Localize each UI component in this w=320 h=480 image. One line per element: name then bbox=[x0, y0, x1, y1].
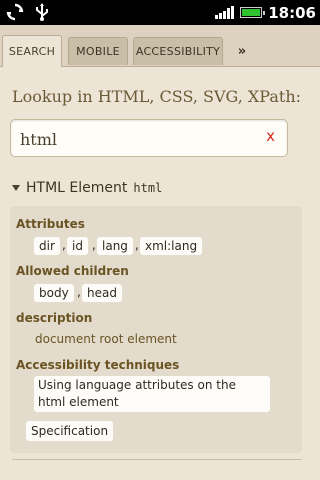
tab-mobile[interactable]: MOBILE bbox=[68, 37, 128, 65]
status-bar: 18:06 bbox=[0, 0, 320, 25]
accessibility-technique-link[interactable]: Using language attributes on the html el… bbox=[34, 376, 270, 412]
separator: , bbox=[77, 285, 81, 299]
allowed-children-title: Allowed children bbox=[16, 264, 129, 278]
usb-icon bbox=[36, 3, 48, 21]
specification-link[interactable]: Specification bbox=[26, 421, 114, 441]
tab-search[interactable]: SEARCH bbox=[2, 35, 62, 67]
attribute-chip[interactable]: xml:lang bbox=[140, 237, 203, 255]
battery-icon bbox=[240, 7, 266, 18]
status-bar-left bbox=[6, 3, 50, 21]
signal-icon bbox=[215, 6, 235, 19]
attributes-title: Attributes bbox=[16, 217, 85, 231]
result-header[interactable]: HTML Element html bbox=[12, 177, 162, 199]
description-text: document root element bbox=[35, 332, 177, 346]
child-chip[interactable]: head bbox=[82, 284, 122, 302]
lookup-label: Lookup in HTML, CSS, SVG, XPath: bbox=[12, 87, 302, 106]
attribute-chip[interactable]: id bbox=[67, 237, 88, 255]
clock: 18:06 bbox=[268, 3, 316, 22]
description-title: description bbox=[16, 311, 93, 325]
tab-bar: SEARCH MOBILE ACCESSIBILITY » bbox=[0, 25, 320, 67]
child-chip[interactable]: body bbox=[34, 284, 74, 302]
expand-triangle-icon bbox=[12, 185, 20, 191]
separator: , bbox=[135, 238, 139, 252]
separator: , bbox=[92, 238, 96, 252]
sync-icon bbox=[6, 3, 24, 21]
tab-accessibility[interactable]: ACCESSIBILITY bbox=[133, 37, 223, 65]
search-input[interactable] bbox=[20, 126, 250, 152]
search-box: x bbox=[10, 119, 288, 157]
accessibility-title: Accessibility techniques bbox=[16, 358, 180, 372]
clear-search-button[interactable]: x bbox=[266, 127, 275, 145]
attribute-chip[interactable]: dir bbox=[34, 237, 60, 255]
status-bar-right: 18:06 bbox=[215, 0, 316, 25]
result-title: HTML Element bbox=[26, 180, 128, 196]
attribute-chip[interactable]: lang bbox=[97, 237, 133, 255]
divider bbox=[12, 459, 302, 460]
result-code: html bbox=[133, 181, 163, 195]
separator: , bbox=[62, 238, 66, 252]
more-tabs-button[interactable]: » bbox=[234, 39, 250, 63]
